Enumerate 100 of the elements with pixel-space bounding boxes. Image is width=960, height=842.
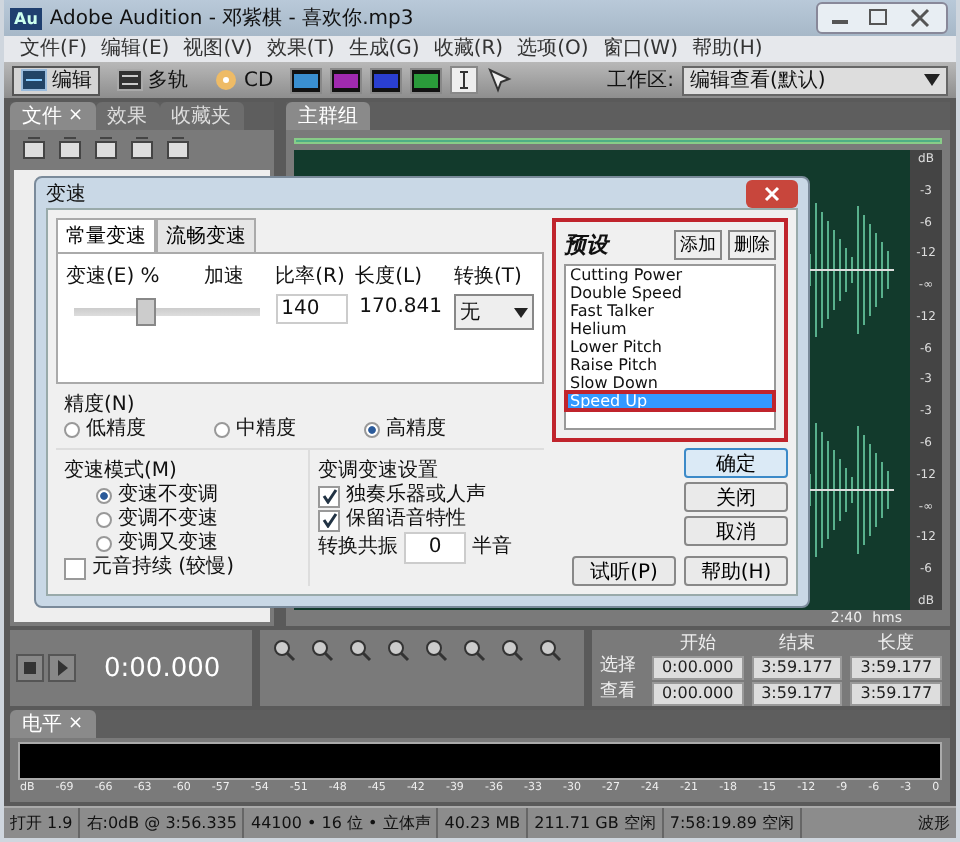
menu-item[interactable]: 收藏(R) [433, 37, 504, 61]
zoom-icon[interactable] [310, 638, 334, 662]
radio-button[interactable] [364, 422, 380, 438]
group-label: 变调变速设置 [318, 457, 440, 483]
dropdown-caret-icon [514, 307, 528, 317]
status-item: 右:0dB @ 3:56.335 [80, 808, 245, 838]
panel-tab[interactable]: 效果 [95, 102, 160, 130]
column-header: 开始 [677, 634, 718, 654]
time-field[interactable]: 3:59.177 [850, 656, 942, 680]
speed-label: 变速(E) % [66, 263, 160, 290]
radio-button[interactable] [96, 512, 112, 528]
menu-item[interactable]: 窗口(W) [602, 37, 678, 61]
radio-label: 低精度 [86, 418, 146, 442]
preset-item[interactable]: Raise Pitch [566, 356, 774, 374]
time-field[interactable]: 3:59.177 [850, 682, 942, 706]
pointer-icon[interactable] [485, 66, 514, 94]
zoom-icon[interactable] [538, 638, 562, 662]
preset-item[interactable]: Cutting Power [566, 266, 774, 284]
dialog-button[interactable]: 取消 [684, 516, 788, 546]
status-item: 打开 1.9 [4, 808, 81, 838]
checkbox-label: 保留语音特性 [346, 508, 466, 532]
status-item: 40.23 MB [438, 808, 529, 838]
radio-label: 高精度 [386, 418, 446, 442]
slider-label: 加速 [203, 263, 244, 290]
menu-item[interactable]: 生成(G) [348, 37, 420, 61]
time-field[interactable]: 3:59.177 [751, 682, 843, 706]
pan-view-icon[interactable] [369, 67, 402, 93]
menu-item[interactable]: 帮助(H) [691, 37, 763, 61]
radio-button[interactable] [64, 422, 80, 438]
checkbox-label: 元音持续 (较慢) [92, 556, 234, 580]
waveform-icon [20, 68, 48, 92]
workspace-dropdown[interactable]: 编辑查看(默认) [682, 65, 948, 95]
slider-thumb[interactable] [136, 298, 157, 326]
preset-item[interactable]: Slow Down [566, 374, 774, 392]
group-label: 变速模式(M) [64, 457, 179, 483]
app-icon: Au [10, 7, 42, 29]
play-icon[interactable] [48, 654, 76, 682]
formant-field[interactable]: 0 [404, 532, 466, 564]
zoom-icon[interactable] [500, 638, 524, 662]
status-item: 44100 • 16 位 • 立体声 [244, 808, 439, 838]
unit-label: 半音 [472, 536, 512, 560]
time-field[interactable]: 0:00.000 [652, 682, 744, 706]
radio-label: 中精度 [236, 418, 296, 442]
zoom-icon[interactable] [462, 638, 486, 662]
dialog-button[interactable]: 试听(P) [572, 556, 676, 586]
menu-item[interactable]: 文件(F) [20, 37, 88, 61]
dropdown-caret-icon [924, 74, 940, 86]
zoom-icon[interactable] [424, 638, 448, 662]
radio-button[interactable] [96, 488, 112, 504]
window-title: Adobe Audition - 邓紫棋 - 喜欢你.mp3 [49, 5, 416, 32]
menu-item[interactable]: 视图(V) [183, 37, 253, 61]
dialog-button[interactable]: 关闭 [684, 482, 788, 512]
row-label: 选择 [600, 656, 638, 680]
preset-item[interactable]: Fast Talker [566, 302, 774, 320]
mode-button[interactable]: 编辑 [12, 65, 100, 95]
dialog-button[interactable]: 帮助(H) [684, 556, 788, 586]
radio-label: 变调又变速 [118, 532, 218, 555]
mode-button[interactable]: CD [204, 65, 282, 95]
menu-item[interactable]: 选项(O) [517, 37, 589, 61]
zoom-icon[interactable] [348, 638, 372, 662]
text-cursor-icon[interactable] [449, 66, 478, 94]
row-label: 查看 [600, 682, 638, 706]
mode-button[interactable]: 多轨 [108, 65, 196, 95]
zoom-icon[interactable] [386, 638, 410, 662]
menu-item[interactable]: 效果(T) [266, 37, 335, 61]
convert-dropdown[interactable]: 无 [454, 294, 534, 330]
dialog-tab[interactable]: 常量变速 [56, 218, 156, 252]
preset-button[interactable]: 删除 [728, 230, 776, 260]
checkbox[interactable] [318, 509, 340, 531]
checkbox[interactable] [64, 557, 86, 579]
checkbox[interactable] [318, 485, 340, 507]
ratio-field[interactable]: 140 [275, 294, 348, 324]
preset-item[interactable]: Helium [566, 320, 774, 338]
length-field: 170.841 [355, 294, 446, 320]
field-label: 比率(R) [275, 263, 347, 290]
preset-button[interactable]: 添加 [674, 230, 722, 260]
stop-icon[interactable] [16, 654, 44, 682]
preset-item[interactable]: Lower Pitch [566, 338, 774, 356]
waveform-view-icon[interactable] [289, 67, 322, 93]
dialog-title: 变速 [46, 181, 86, 207]
dialog-tab[interactable]: 流畅变速 [156, 218, 256, 252]
spectral-view-icon[interactable] [329, 67, 362, 93]
radio-label: 变速不变调 [118, 484, 218, 507]
time-field[interactable]: 3:59.177 [751, 656, 843, 680]
time-field[interactable]: 0:00.000 [652, 656, 744, 680]
panel-tab[interactable]: 收藏夹 [159, 102, 244, 130]
menu-item[interactable]: 编辑(E) [101, 37, 170, 61]
workspace-label: 工作区: [607, 68, 674, 94]
preset-item[interactable]: Double Speed [566, 284, 774, 302]
phase-view-icon[interactable] [409, 67, 442, 93]
column-header: 结束 [776, 634, 817, 654]
presets-title: 预设 [564, 230, 612, 260]
radio-button[interactable] [96, 536, 112, 552]
radio-button[interactable] [214, 422, 230, 438]
zoom-icon[interactable] [272, 638, 296, 662]
status-item: 波形 [916, 812, 952, 836]
close-icon[interactable] [746, 179, 798, 207]
field-label: 长度(L) [355, 263, 425, 290]
dialog-button[interactable]: 确定 [684, 448, 788, 478]
status-item: 211.71 GB 空闲 [528, 808, 664, 838]
